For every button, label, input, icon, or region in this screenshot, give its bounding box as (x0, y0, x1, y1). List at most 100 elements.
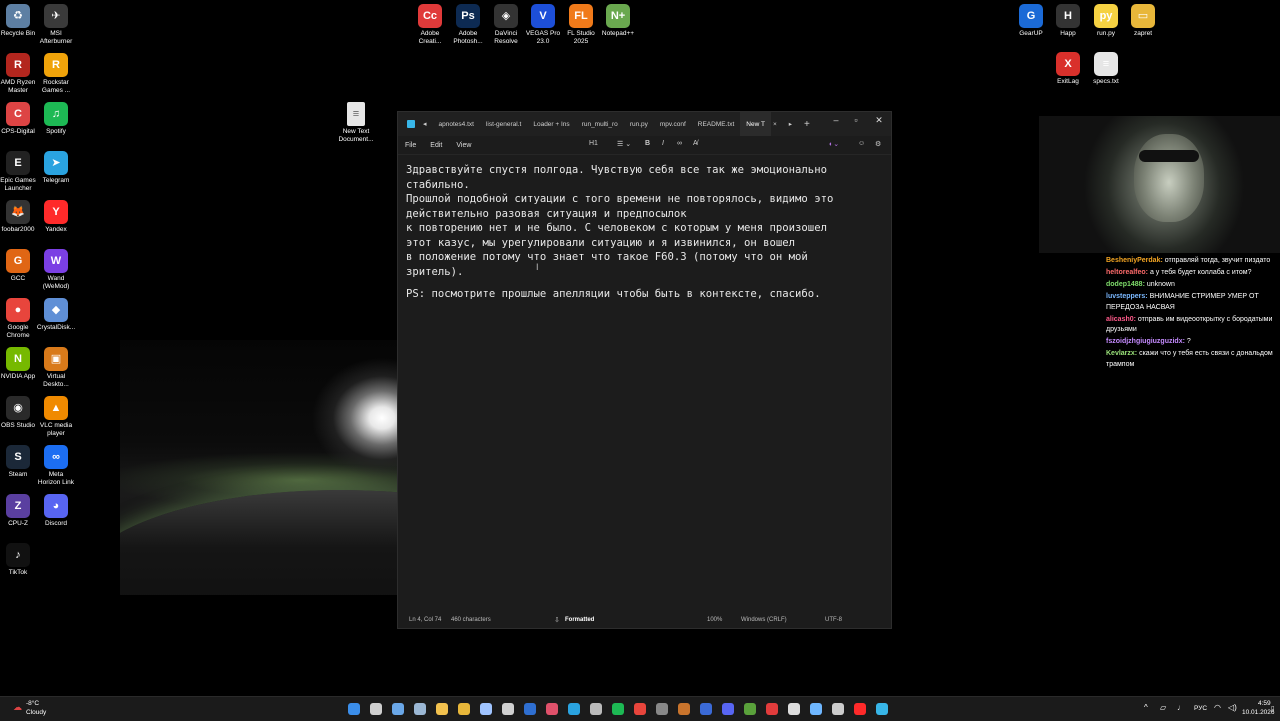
taskbar-notepad-icon[interactable] (876, 703, 888, 715)
italic-button[interactable]: I (662, 140, 664, 147)
taskbar-obs-icon[interactable] (656, 703, 668, 715)
wifi-icon[interactable]: ◠ (1214, 703, 1221, 712)
tab-close-icon[interactable]: × (773, 121, 777, 128)
crystaldisk-icon: ◆ (44, 298, 68, 322)
telegram-icon: ➤ (44, 151, 68, 175)
tab-scroll-right-icon[interactable]: ▸ (789, 120, 792, 128)
desktop-icon-crystaldisk[interactable]: ◆ CrystalDisk... (33, 298, 79, 332)
link-icon[interactable]: ∞ (677, 140, 682, 147)
taskbar-folder-icon[interactable] (458, 703, 470, 715)
taskbar-search-icon[interactable] (370, 703, 382, 715)
mic-icon[interactable]: ♩ (1177, 703, 1185, 712)
happ-icon: H (1056, 4, 1080, 28)
tab-scroll-left-icon[interactable]: ◂ (423, 120, 427, 128)
taskbar-spotify-icon[interactable] (612, 703, 624, 715)
desktop-icon-tiktok[interactable]: ♪ TikTok (0, 543, 41, 577)
list-dropdown-icon[interactable]: ☰ ⌄ (617, 140, 631, 148)
taskbar-telegram-icon[interactable] (568, 703, 580, 715)
tab-3[interactable]: run_multi_ro (576, 112, 624, 136)
chat-nick[interactable]: BesheniyPerdak: (1106, 257, 1163, 264)
menu-edit[interactable]: Edit (424, 142, 448, 149)
taskbar-happ-icon[interactable] (788, 703, 800, 715)
chat-nick[interactable]: luvsteppers: (1106, 293, 1148, 300)
desktop-icon-discord[interactable]: ◕ Discord (33, 494, 79, 528)
language-indicator[interactable]: РУС (1194, 705, 1207, 712)
tab-2[interactable]: Loader + Ins (527, 112, 575, 136)
weather-temp[interactable]: -8°C (26, 700, 39, 707)
taskbar-chrome-icon[interactable] (634, 703, 646, 715)
editor-line: зритель). (406, 265, 464, 278)
desktop-icon-spotify[interactable]: ♫ Spotify (33, 102, 79, 136)
tab-5[interactable]: mpv.conf (654, 112, 692, 136)
new-tab-button[interactable]: + (804, 119, 810, 130)
tab-6[interactable]: README.txt (692, 112, 740, 136)
weather-icon: ☁ (13, 702, 22, 712)
tab-7[interactable]: New T (740, 112, 771, 136)
clock-date[interactable]: 10.01.2026 (1242, 709, 1275, 716)
tab-1[interactable]: list-general.t (480, 112, 527, 136)
desktop-icon-notepadpp[interactable]: N+ Notepad++ (595, 4, 641, 38)
streamer-head (1134, 134, 1204, 222)
taskbar-taskmgr-icon[interactable] (810, 703, 822, 715)
desktop-icon-yandex[interactable]: Y Yandex (33, 200, 79, 234)
taskbar-notepad-icon[interactable] (546, 703, 558, 715)
clear-format-icon[interactable]: A̸ (693, 140, 698, 147)
taskbar-discord-icon[interactable] (722, 703, 734, 715)
notepad-window[interactable]: ◂ apnotes4.txt list-general.t Loader + Ins… (397, 111, 892, 629)
status-zoom[interactable]: 100% (707, 617, 722, 623)
taskbar-media-icon[interactable] (832, 703, 844, 715)
copilot-icon[interactable]: ◐⌄ (829, 140, 839, 148)
clock-time[interactable]: 4:59 (1258, 700, 1271, 707)
maximize-button[interactable]: ▫ (846, 112, 866, 128)
desktop-icon-text-file[interactable]: ≡ specs.txt (1083, 52, 1129, 86)
text-editor-area[interactable]: Здравствуйте спустя полгода. Чувствую се… (398, 155, 891, 310)
desktop-icon-rockstar[interactable]: R Rockstar Games ... (33, 53, 79, 95)
desktop-icon-folder[interactable]: ▭ zapret (1120, 4, 1166, 38)
taskbar-widgets-icon[interactable] (392, 703, 404, 715)
desktop-icon-msi-afterburner[interactable]: ✈ MSI Afterburner (33, 4, 79, 46)
chat-nick[interactable]: Kevlarzx: (1106, 350, 1137, 357)
taskbar-clipboard-icon[interactable] (502, 703, 514, 715)
chat-nick[interactable]: dodep1488: (1106, 281, 1145, 288)
desktop-icon-wand[interactable]: W Wand (WeMod) (33, 249, 79, 291)
close-button[interactable]: ✕ (869, 112, 889, 128)
taskbar-yandex-icon[interactable] (854, 703, 866, 715)
desktop-file-new-text-document[interactable]: ≡ New Text Document... (333, 102, 379, 144)
tab-0[interactable]: apnotes4.txt (433, 112, 480, 136)
chat-nick[interactable]: alicash0: (1106, 316, 1136, 323)
heading-dropdown[interactable]: H1 (589, 140, 598, 147)
desktop-icon-virtual-desktop[interactable]: ▣ Virtual Deskto... (33, 347, 79, 389)
taskbar-keyboard-icon[interactable] (480, 703, 492, 715)
bold-button[interactable]: B (645, 140, 650, 147)
menu-file[interactable]: File (399, 142, 422, 149)
yandex-icon: Y (44, 200, 68, 224)
desktop-icon-label: Rockstar Games ... (41, 79, 71, 94)
taskbar-photoshop-icon[interactable] (524, 703, 536, 715)
taskbar-gear-icon[interactable] (590, 703, 602, 715)
status-encoding[interactable]: UTF-8 (825, 617, 842, 623)
volume-icon[interactable]: ◁) (1228, 703, 1237, 712)
minimize-button[interactable]: – (826, 112, 846, 128)
taskbar-start-icon[interactable] (348, 703, 360, 715)
taskbar-davinci-icon[interactable] (678, 703, 690, 715)
menu-view[interactable]: View (450, 142, 477, 149)
status-mode[interactable]: Formatted (565, 617, 594, 623)
chat-nick[interactable]: fszoidjzhgiugiuzguzidx: (1106, 338, 1185, 345)
tray-chevron-icon[interactable]: ^ (1144, 703, 1148, 712)
desktop-icon-telegram[interactable]: ➤ Telegram (33, 151, 79, 185)
taskbar-minecraft-icon[interactable] (744, 703, 756, 715)
weather-desc[interactable]: Cloudy (26, 709, 46, 716)
taskbar-app-icon[interactable] (766, 703, 778, 715)
notification-icon[interactable]: ▯ (1271, 705, 1274, 712)
chat-nick[interactable]: heltorealfeo: (1106, 269, 1148, 276)
taskbar-explorer-icon[interactable] (436, 703, 448, 715)
desktop-icon-meta[interactable]: ∞ Meta Horizon Link (33, 445, 79, 487)
taskbar-help-icon[interactable] (414, 703, 426, 715)
tab-4[interactable]: run.py (624, 112, 654, 136)
network-icon[interactable]: ▱ (1160, 703, 1166, 712)
status-line-endings[interactable]: Windows (CRLF) (741, 617, 787, 623)
taskbar-gearup-icon[interactable] (700, 703, 712, 715)
desktop-icon-vlc[interactable]: ▲ VLC media player (33, 396, 79, 438)
settings-gear-icon[interactable]: ⚙ (875, 140, 881, 148)
account-icon[interactable]: ☺ (858, 140, 865, 147)
